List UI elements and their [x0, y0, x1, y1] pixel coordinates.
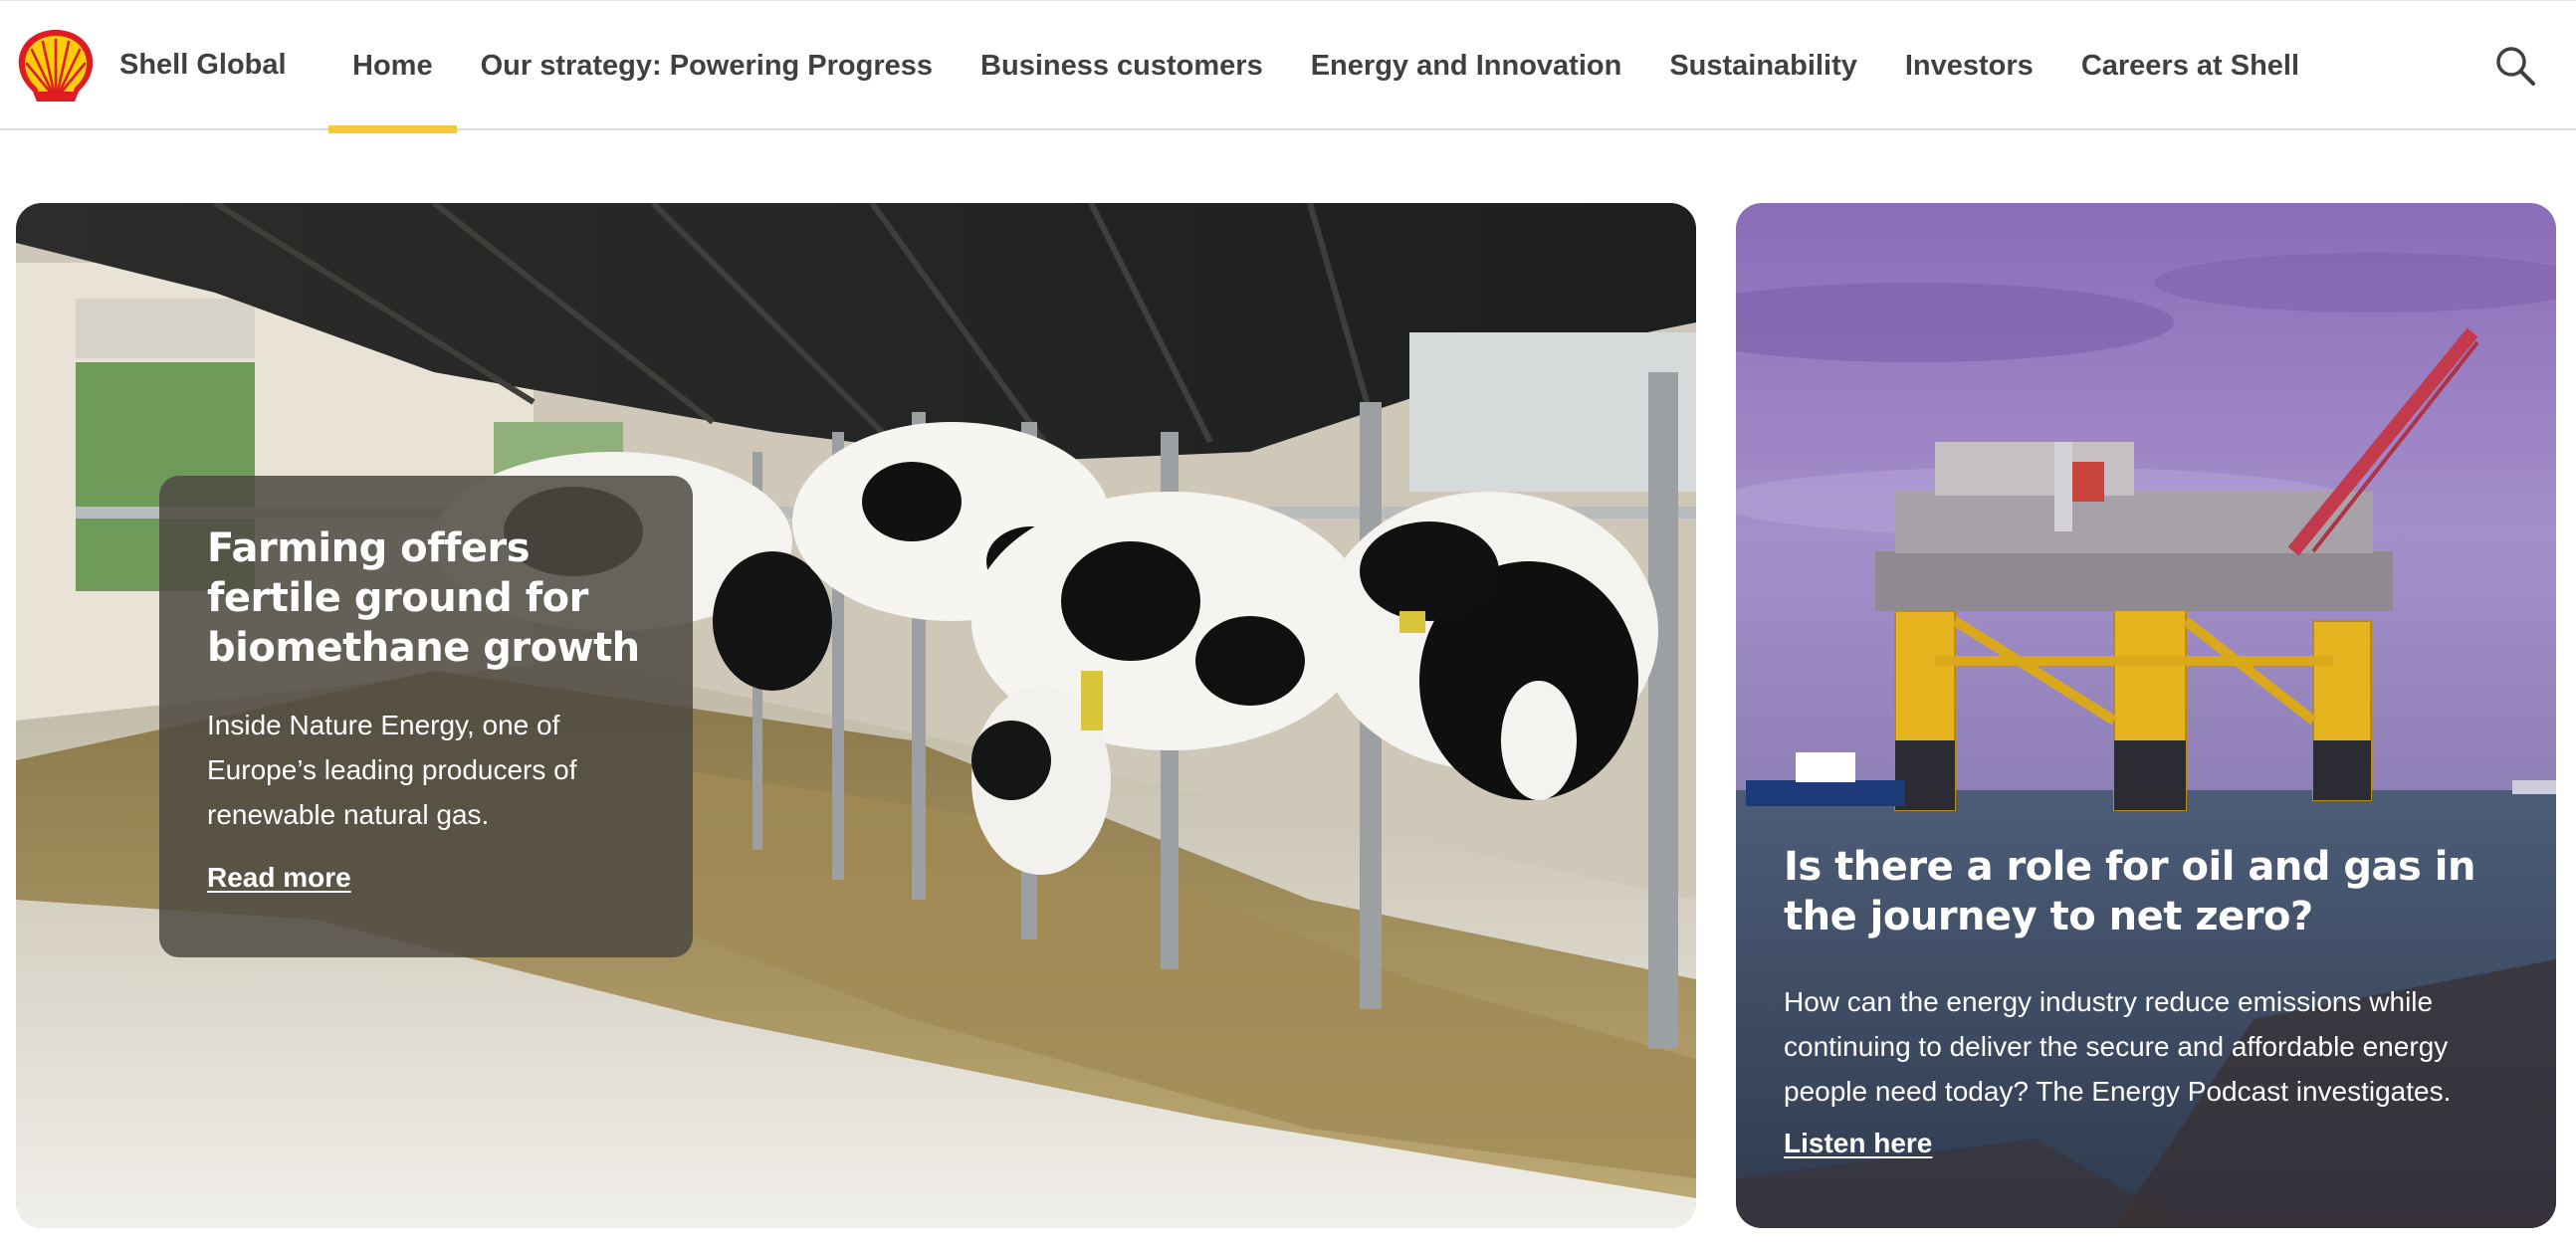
- nav-item-home[interactable]: Home: [328, 1, 457, 133]
- podcast-card[interactable]: Is there a role for oil and gas in the j…: [1736, 203, 2556, 1228]
- listen-here-link[interactable]: Listen here: [1784, 1128, 1932, 1159]
- nav-item-investors[interactable]: Investors: [1881, 1, 2057, 131]
- site-name[interactable]: Shell Global: [119, 49, 287, 82]
- nav-item-business-customers[interactable]: Business customers: [957, 1, 1287, 131]
- read-more-link[interactable]: Read more: [207, 862, 351, 894]
- podcast-description: How can the energy industry reduce emiss…: [1784, 986, 2452, 1107]
- nav-item-sustainability[interactable]: Sustainability: [1645, 1, 1881, 131]
- podcast-title[interactable]: Is there a role for oil and gas in the j…: [1784, 842, 2520, 941]
- nav-item-energy-innovation[interactable]: Energy and Innovation: [1287, 1, 1646, 131]
- featured-description: Inside Nature Energy, one of Europe’s le…: [207, 710, 577, 830]
- featured-text-panel: Farming offers fertile ground for biomet…: [159, 476, 693, 957]
- site-header: Shell Global Home Our strategy: Powering…: [0, 0, 2576, 133]
- podcast-text: Is there a role for oil and gas in the j…: [1784, 842, 2520, 1159]
- shell-logo-icon[interactable]: [13, 26, 99, 105]
- main-nav: Home Our strategy: Powering Progress Bus…: [328, 1, 2323, 133]
- search-icon[interactable]: [2494, 45, 2536, 87]
- featured-title[interactable]: Farming offers fertile ground for biomet…: [207, 523, 645, 673]
- featured-card[interactable]: Farming offers fertile ground for biomet…: [16, 203, 1696, 1228]
- nav-item-careers[interactable]: Careers at Shell: [2057, 1, 2323, 131]
- nav-item-strategy[interactable]: Our strategy: Powering Progress: [457, 1, 957, 131]
